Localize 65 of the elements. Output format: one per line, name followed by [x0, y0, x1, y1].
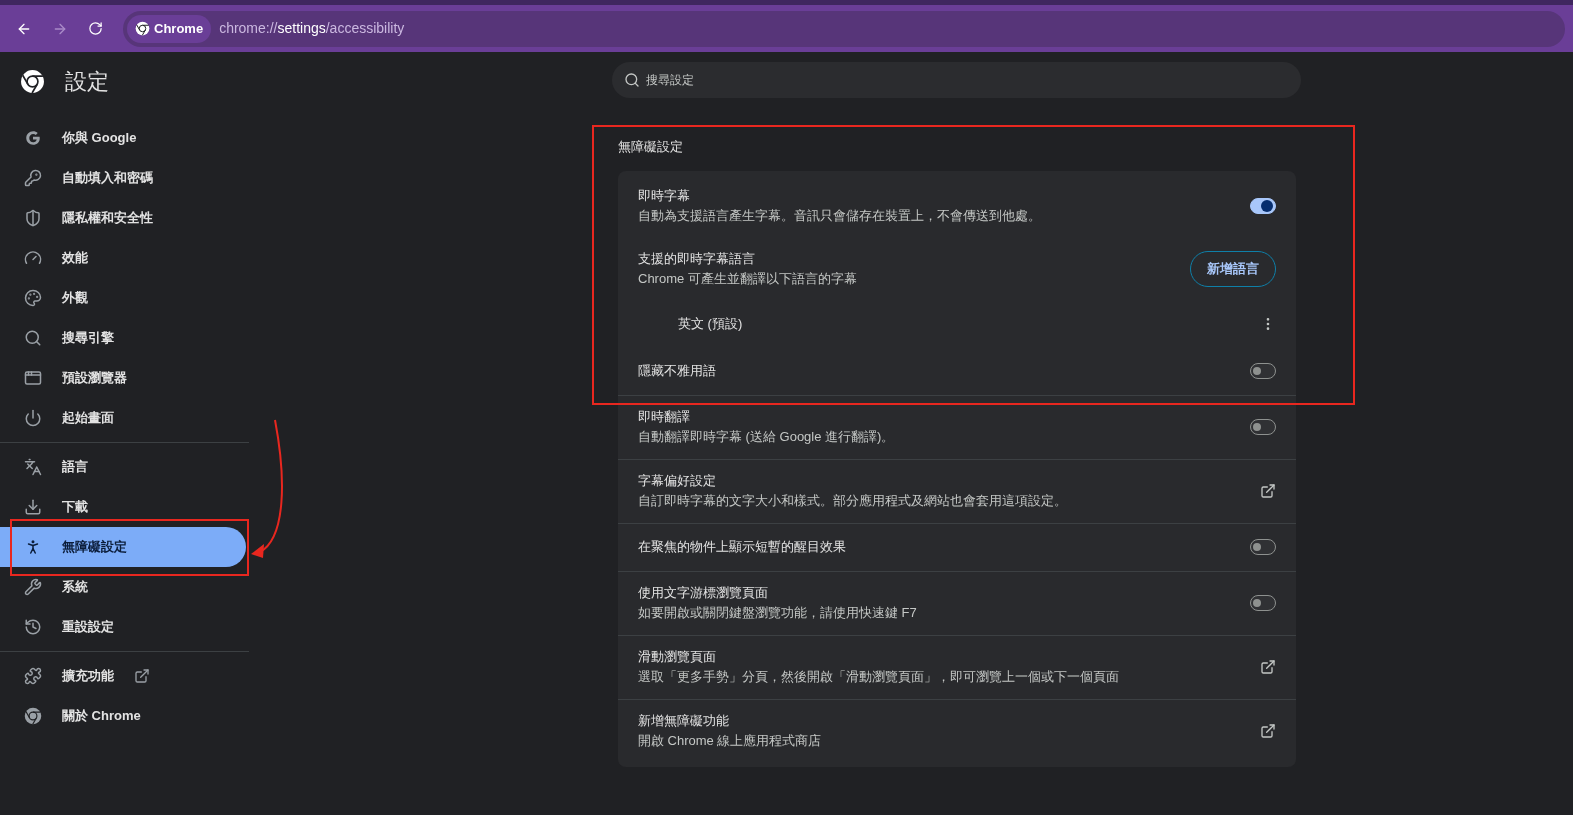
key-icon — [24, 169, 42, 187]
chrome-logo-icon — [24, 707, 42, 725]
sidebar-item[interactable]: 效能 — [0, 238, 246, 278]
site-chip-label: Chrome — [154, 19, 204, 38]
sidebar-item[interactable]: 下載 — [0, 487, 246, 527]
sidebar-item[interactable]: 搜尋引擎 — [0, 318, 246, 358]
wrench-icon — [24, 578, 42, 596]
sidebar-item[interactable]: 系統 — [0, 567, 246, 607]
sidebar-item[interactable]: 重設設定 — [0, 607, 246, 647]
sidebar-item[interactable]: 擴充功能 — [0, 656, 246, 696]
sidebar-item[interactable]: 預設瀏覽器 — [0, 358, 246, 398]
toggle-switch[interactable] — [1250, 419, 1276, 435]
setting-description: Chrome 可產生並翻譯以下語言的字幕 — [638, 270, 857, 288]
external-link-icon[interactable] — [1260, 659, 1276, 675]
setting-description: 開啟 Chrome 線上應用程式商店 — [638, 732, 822, 750]
sidebar-item[interactable]: 外觀 — [0, 278, 246, 318]
chrome-logo-icon — [20, 68, 45, 94]
setting-title: 支援的即時字幕語言 — [638, 250, 756, 268]
setting-description: 自動為支援語言產生字幕。音訊只會儲存在裝置上，不會傳送到他處。 — [638, 207, 1041, 225]
setting-title: 在聚焦的物件上顯示短暫的醒目效果 — [638, 538, 846, 556]
chrome-logo-icon — [135, 21, 150, 36]
toggle-switch[interactable] — [1250, 595, 1276, 611]
site-chip[interactable]: Chrome — [127, 14, 212, 43]
external-link-icon[interactable] — [1260, 723, 1276, 739]
address-bar[interactable]: Chrome chrome://settings/accessibility — [123, 10, 1565, 47]
setting-title: 隱藏不雅用語 — [638, 362, 716, 380]
translate-icon — [24, 458, 42, 476]
page-title: 設定 — [65, 67, 109, 96]
setting-description: 自動翻譯即時字幕 (送給 Google 進行翻譯)。 — [638, 428, 895, 446]
url-text: chrome://settings/accessibility — [219, 19, 405, 38]
power-icon — [24, 409, 42, 427]
toggle-switch[interactable] — [1250, 539, 1276, 555]
setting-description: 自訂即時字幕的文字大小和樣式。部分應用程式及網站也會套用這項設定。 — [638, 492, 1067, 510]
search-icon — [624, 72, 640, 88]
setting-title: 滑動瀏覽頁面 — [638, 648, 717, 666]
sidebar-item[interactable]: 關於 Chrome — [0, 696, 246, 736]
section-title: 無障礙設定 — [618, 138, 683, 156]
shield-icon — [24, 209, 42, 227]
setting-description: 如要開啟或關閉鍵盤瀏覽功能，請使用快速鍵 F7 — [638, 604, 917, 622]
setting-title: 即時翻譯 — [638, 408, 691, 426]
setting-title: 英文 (預設) — [678, 315, 743, 333]
google-icon — [24, 129, 42, 147]
search-field[interactable]: 搜尋設定 — [612, 62, 1301, 98]
setting-title: 使用文字游標瀏覽頁面 — [638, 584, 769, 602]
download-icon — [24, 498, 42, 516]
sidebar-item[interactable]: 無障礙設定 — [0, 527, 246, 567]
reset-icon — [24, 618, 42, 636]
external-link-icon[interactable] — [1260, 483, 1276, 499]
gauge-icon — [24, 249, 42, 267]
search-icon — [24, 329, 42, 347]
setting-title: 字幕偏好設定 — [638, 472, 717, 490]
sidebar-item[interactable]: 隱私權和安全性 — [0, 198, 246, 238]
reload-icon[interactable] — [88, 21, 103, 36]
sidebar-item[interactable]: 語言 — [0, 447, 246, 487]
toggle-switch[interactable] — [1250, 198, 1276, 214]
sidebar-item[interactable]: 起始畫面 — [0, 398, 246, 438]
browser-window-icon — [24, 369, 42, 387]
toggle-switch[interactable] — [1250, 363, 1276, 379]
palette-icon — [24, 289, 42, 307]
setting-title: 新增無障礙功能 — [638, 712, 730, 730]
sidebar-item[interactable]: 自動填入和密碼 — [0, 158, 246, 198]
setting-description: 選取「更多手勢」分頁，然後開啟「滑動瀏覽頁面」，即可瀏覽上一個或下一個頁面 — [638, 668, 1119, 686]
setting-title: 即時字幕 — [638, 187, 691, 205]
sidebar-item[interactable]: 你與 Google — [0, 118, 246, 158]
puzzle-icon — [24, 667, 42, 685]
